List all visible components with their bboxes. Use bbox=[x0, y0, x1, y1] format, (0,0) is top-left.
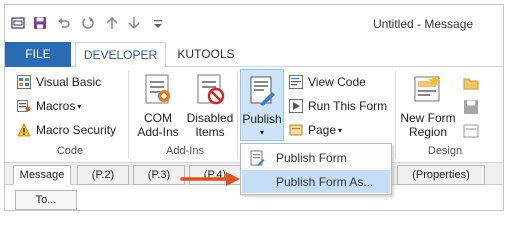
group-separator bbox=[395, 71, 396, 159]
macros-icon bbox=[17, 100, 31, 112]
new-form-region-label-line1: New Form bbox=[400, 111, 456, 125]
group-label-code: Code bbox=[56, 145, 84, 157]
new-form-region-icon bbox=[414, 75, 440, 102]
undo-icon[interactable] bbox=[57, 16, 71, 30]
disabled-items-label-line1: Disabled bbox=[186, 111, 234, 125]
tab-p3[interactable]: (P.3) bbox=[133, 165, 185, 185]
disabled-items-label-line2: Items bbox=[195, 125, 225, 139]
to-button[interactable]: To... bbox=[15, 190, 77, 210]
tab-kutools[interactable]: KUTOOLS bbox=[171, 42, 241, 67]
visual-basic-button[interactable]: Visual Basic bbox=[17, 73, 101, 91]
tab-message[interactable]: Message bbox=[13, 165, 71, 185]
warning-icon bbox=[17, 123, 31, 137]
macro-security-button[interactable]: Macro Security bbox=[17, 121, 116, 139]
chevron-down-icon: ▾ bbox=[338, 125, 343, 135]
new-form-region-button[interactable]: New Form Region bbox=[397, 73, 459, 139]
publish-form-icon bbox=[250, 150, 265, 166]
redo-icon[interactable] bbox=[81, 16, 95, 30]
page-button[interactable]: Page ▾ bbox=[289, 121, 342, 139]
customize-qat-icon[interactable] bbox=[151, 16, 165, 30]
run-this-form-button[interactable]: Run This Form bbox=[289, 97, 387, 115]
publish-form-as-label: Publish Form As... bbox=[276, 174, 374, 189]
com-addins-label-line2: Add-Ins bbox=[137, 125, 179, 139]
disabled-items-icon bbox=[197, 74, 225, 105]
window-title: Untitled - Message bbox=[373, 17, 474, 31]
save-form-icon[interactable] bbox=[463, 99, 479, 115]
up-arrow-icon[interactable] bbox=[105, 16, 119, 30]
app-icon[interactable] bbox=[11, 16, 25, 30]
view-code-label: View Code bbox=[308, 75, 366, 89]
macros-button[interactable]: Macros ▾ bbox=[17, 97, 81, 115]
disabled-items-button[interactable]: Disabled Items bbox=[185, 73, 235, 139]
tab-file[interactable]: FILE bbox=[5, 42, 71, 67]
outlook-window: Untitled - Message FILE DEVELOPER KUTOOL… bbox=[4, 4, 504, 211]
chevron-down-icon: ▾ bbox=[77, 101, 82, 111]
com-addins-icon bbox=[145, 74, 170, 104]
tab-p2[interactable]: (P.2) bbox=[77, 165, 129, 185]
save-icon[interactable] bbox=[33, 16, 47, 30]
publish-form-item[interactable]: Publish Form bbox=[242, 146, 390, 169]
publish-icon bbox=[250, 76, 275, 106]
macro-security-label: Macro Security bbox=[36, 123, 117, 137]
run-form-icon bbox=[289, 99, 303, 113]
group-label-design: Design bbox=[427, 145, 463, 157]
pointer-arrow-icon bbox=[180, 172, 240, 186]
macros-label: Macros bbox=[36, 99, 76, 113]
publish-dropdown-menu: Publish Form Publish Form As... bbox=[240, 143, 392, 195]
group-separator bbox=[128, 71, 129, 159]
tab-properties[interactable]: (Properties) bbox=[397, 165, 485, 185]
open-folder-icon[interactable] bbox=[463, 75, 479, 91]
group-separator bbox=[237, 71, 238, 159]
com-addins-button[interactable]: COM Add-Ins bbox=[133, 73, 183, 139]
form-region-icon[interactable] bbox=[463, 123, 479, 139]
publish-form-as-item[interactable]: Publish Form As... bbox=[242, 170, 390, 193]
page-label: Page bbox=[308, 123, 337, 137]
new-form-region-label-line2: Region bbox=[408, 125, 448, 139]
visual-basic-label: Visual Basic bbox=[36, 75, 102, 89]
ribbon-tab-bar: FILE DEVELOPER KUTOOLS bbox=[5, 42, 503, 68]
view-code-icon bbox=[289, 75, 303, 89]
publish-button[interactable]: Publish ▾ bbox=[240, 69, 284, 141]
run-this-form-label: Run This Form bbox=[308, 99, 388, 113]
page-icon bbox=[289, 124, 303, 136]
publish-label: Publish bbox=[242, 112, 282, 126]
title-bar: Untitled - Message bbox=[5, 5, 503, 41]
tab-developer[interactable]: DEVELOPER bbox=[75, 42, 166, 68]
group-label-addins: Add-Ins bbox=[166, 145, 204, 157]
down-arrow-icon[interactable] bbox=[127, 16, 141, 30]
chevron-down-icon: ▾ bbox=[259, 128, 264, 137]
com-addins-label-line1: COM bbox=[144, 111, 172, 125]
visual-basic-icon bbox=[17, 75, 31, 89]
publish-form-label: Publish Form bbox=[276, 150, 347, 165]
view-code-button[interactable]: View Code bbox=[289, 73, 366, 91]
